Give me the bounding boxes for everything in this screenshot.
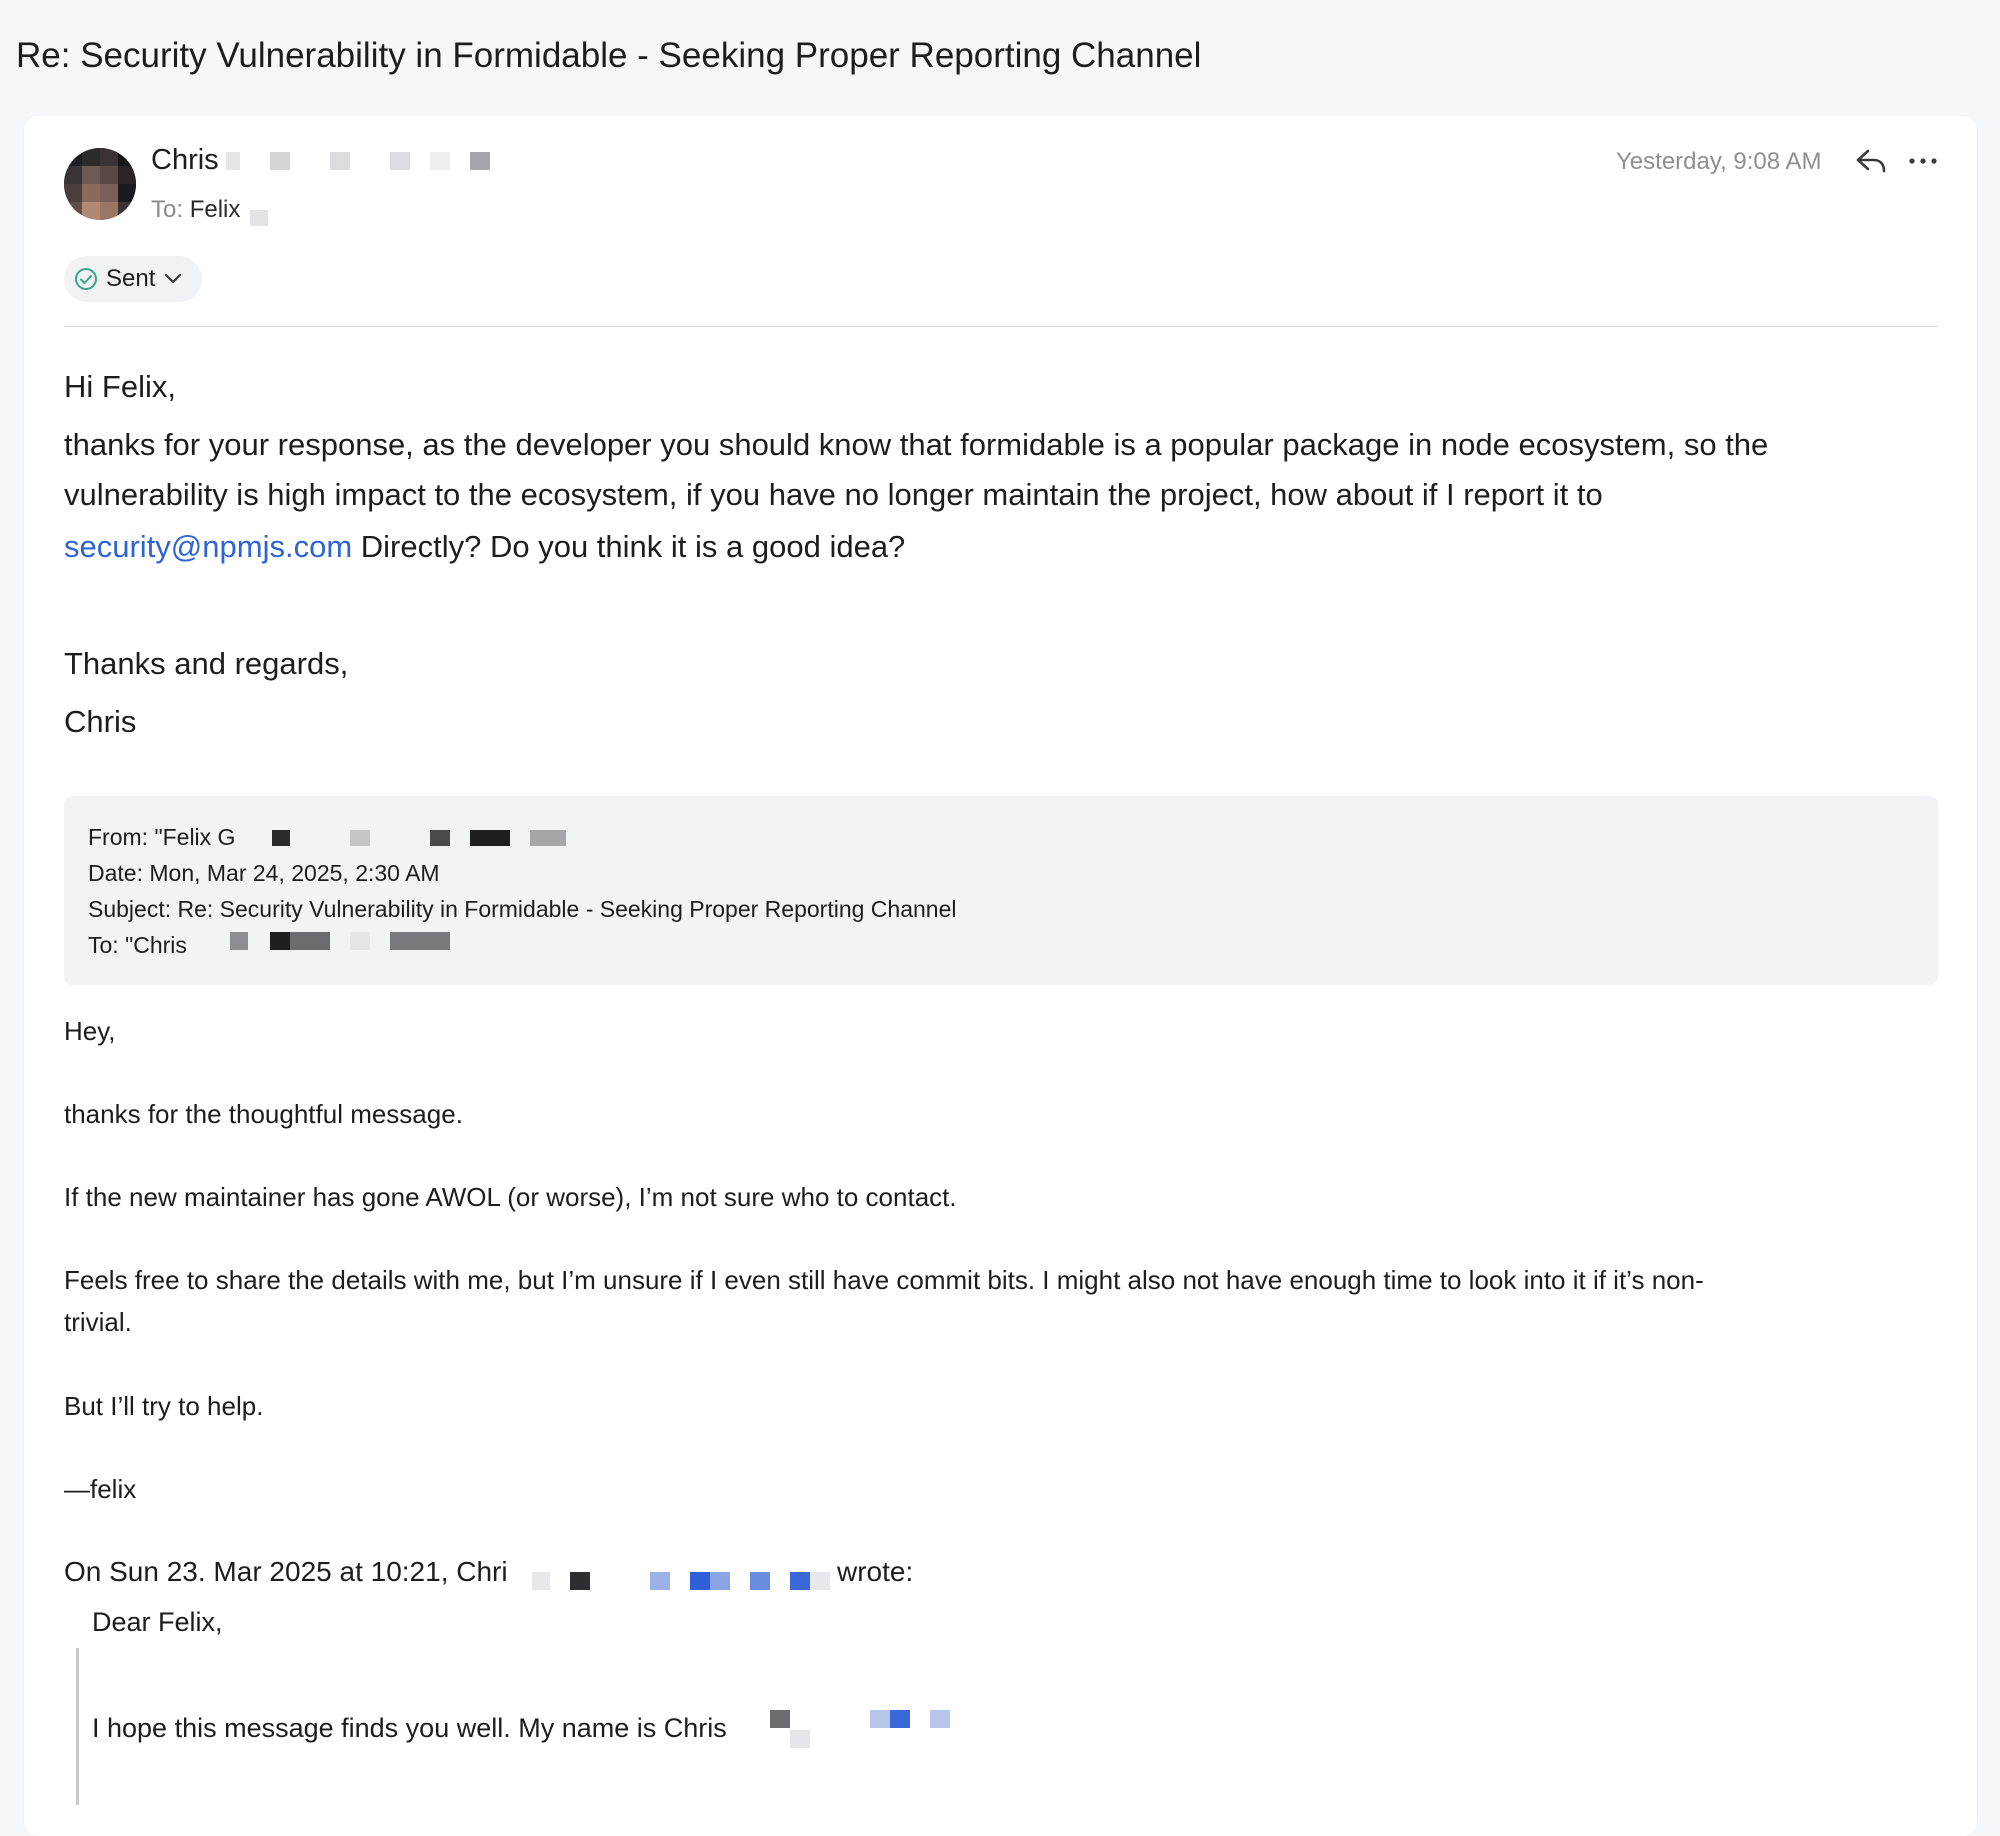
recipient-name[interactable]: Felix xyxy=(190,196,241,223)
redacted-attribution-block xyxy=(810,1572,830,1590)
check-circle-icon xyxy=(75,268,97,290)
reply-signature: —felix xyxy=(64,1474,137,1504)
reply-icon[interactable] xyxy=(1854,146,1888,176)
attribution-prefix: On Sun 23. Mar 2025 at 10:21, Chri xyxy=(64,1556,508,1587)
subject-title: Re: Security Vulnerability in Formidable… xyxy=(16,36,1202,75)
nested-dear: Dear Felix, xyxy=(92,1607,223,1637)
nested-hope: I hope this message finds you well. My n… xyxy=(92,1713,727,1743)
redacted-to-block xyxy=(350,932,370,950)
quoted-date: Date: Mon, Mar 24, 2025, 2:30 AM xyxy=(88,860,440,886)
redacted-nested-block xyxy=(770,1710,790,1728)
body-line-3-text: Directly? Do you think it is a good idea… xyxy=(360,529,906,564)
message-timestamp: Yesterday, 9:08 AM xyxy=(1616,148,1822,175)
redacted-from-block xyxy=(430,830,450,846)
redacted-sender-block xyxy=(226,152,240,170)
redacted-nested-block xyxy=(890,1710,910,1728)
redacted-nested-block xyxy=(870,1710,890,1728)
signature: Chris xyxy=(64,704,137,739)
recipient-line: To: Felix xyxy=(151,196,240,224)
body-line-3: security@npmjs.com Directly? Do you thin… xyxy=(64,521,905,572)
redacted-to-block xyxy=(290,932,330,950)
redacted-attribution-block xyxy=(750,1572,770,1590)
quote-attribution: On Sun 23. Mar 2025 at 10:21, Chri xyxy=(64,1556,508,1588)
greeting: Hi Felix, xyxy=(64,369,176,404)
quoted-subject: Subject: Re: Security Vulnerability in F… xyxy=(88,896,957,922)
redacted-sender-block xyxy=(390,152,410,170)
reply-hey: Hey, xyxy=(64,1016,116,1046)
sent-status-dropdown[interactable]: Sent xyxy=(64,256,202,302)
redacted-to-block xyxy=(390,932,450,950)
reply-feels-line-2: trivial. xyxy=(64,1307,132,1337)
body-line-1: thanks for your response, as the develop… xyxy=(64,427,1769,462)
sent-status-label: Sent xyxy=(106,265,156,292)
redacted-recipient-block xyxy=(250,210,268,226)
quoted-to: To: "Chris xyxy=(88,932,187,958)
redacted-to-block xyxy=(270,932,290,950)
redacted-attribution-block xyxy=(690,1572,710,1590)
closing: Thanks and regards, xyxy=(64,646,349,681)
reply-help: But I’ll try to help. xyxy=(64,1391,264,1421)
reply-awol: If the new maintainer has gone AWOL (or … xyxy=(64,1182,957,1212)
more-options-icon[interactable] xyxy=(1906,146,1940,176)
redacted-sender-block xyxy=(270,152,290,170)
chevron-down-icon xyxy=(165,273,182,284)
blockquote-bar xyxy=(76,1648,79,1805)
to-label: To: xyxy=(151,196,184,223)
redacted-from-block xyxy=(530,830,566,846)
redacted-attribution-block xyxy=(710,1572,730,1590)
redacted-nested-block xyxy=(930,1710,950,1728)
redacted-sender-block xyxy=(470,152,490,170)
redacted-sender-block xyxy=(330,152,350,170)
redacted-attribution-block xyxy=(790,1572,810,1590)
sender-name[interactable]: Chris xyxy=(151,144,219,177)
redacted-from-block xyxy=(350,830,370,846)
redacted-nested-block xyxy=(790,1730,810,1748)
attribution-suffix: wrote: xyxy=(837,1556,914,1587)
redacted-from-block xyxy=(470,830,510,846)
body-line-2: vulnerability is high impact to the ecos… xyxy=(64,477,1603,512)
avatar[interactable] xyxy=(64,148,136,220)
reply-feels-line-1: Feels free to share the details with me,… xyxy=(64,1265,1704,1295)
redacted-attribution-block xyxy=(570,1572,590,1590)
redacted-attribution-block xyxy=(650,1572,670,1590)
redacted-from-block xyxy=(272,830,290,846)
quoted-from: From: "Felix G xyxy=(88,824,236,850)
quoted-header-box xyxy=(64,796,1938,985)
reply-thanks: thanks for the thoughtful message. xyxy=(64,1099,463,1129)
npm-security-email-link[interactable]: security@npmjs.com xyxy=(64,529,352,564)
header-divider xyxy=(64,326,1938,327)
redacted-sender-block xyxy=(430,152,450,170)
redacted-to-block xyxy=(230,932,248,950)
redacted-attribution-block xyxy=(532,1572,550,1590)
